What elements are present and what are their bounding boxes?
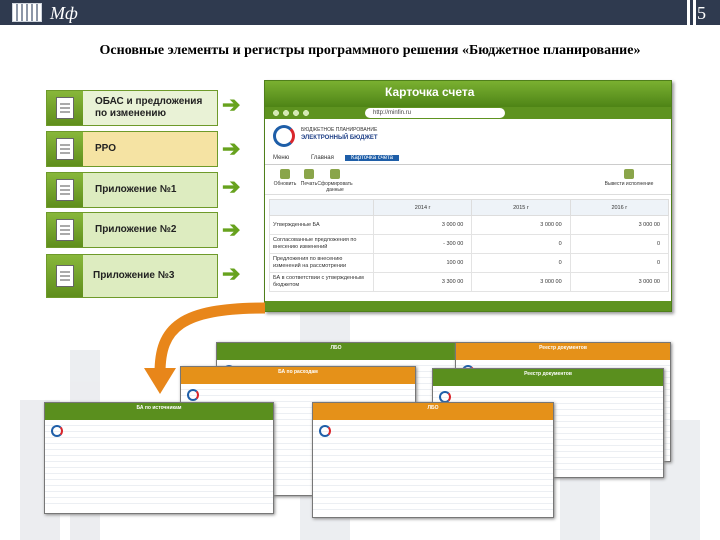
generate-icon bbox=[330, 169, 340, 179]
window-footer bbox=[265, 301, 671, 311]
brand-text: Мф bbox=[50, 3, 78, 23]
execution-icon bbox=[624, 169, 634, 179]
arrow-right-icon: ➔ bbox=[222, 92, 241, 117]
nav-home[interactable]: Главная bbox=[311, 155, 334, 161]
menu-item-label: ОБАС и предложения по изменению bbox=[83, 91, 217, 125]
browser-toolbar: http://minfin.ru bbox=[265, 107, 671, 119]
menu-item-appendix-3[interactable]: Приложение №3 bbox=[46, 254, 218, 298]
table-row[interactable]: Согласованные предложения по внесению из… bbox=[269, 234, 670, 254]
arrow-right-icon: ➔ bbox=[222, 261, 241, 286]
presentation-icon bbox=[47, 91, 83, 125]
logo-line-1: БЮДЖЕТНОЕ ПЛАНИРОВАНИЕ bbox=[301, 127, 378, 133]
app-header: БЮДЖЕТНОЕ ПЛАНИРОВАНИЕ ЭЛЕКТРОННЫЙ БЮДЖЕ… bbox=[265, 119, 671, 155]
column-header bbox=[269, 199, 374, 216]
arrow-right-icon: ➔ bbox=[222, 136, 241, 161]
menu-item-appendix-1[interactable]: Приложение №1 bbox=[46, 172, 218, 208]
slide-title: Основные элементы и регистры программног… bbox=[99, 43, 641, 58]
thumbnail-lbo-2[interactable]: ЛБО bbox=[312, 402, 554, 518]
logo-icon bbox=[12, 3, 42, 22]
show-execution-button[interactable]: Вывести исполнение bbox=[599, 169, 659, 187]
menu-item-label: Приложение №2 bbox=[83, 213, 217, 247]
thumbnail-ba-sources[interactable]: БА по источникам bbox=[44, 402, 274, 514]
nav-buttons[interactable] bbox=[271, 109, 311, 117]
table-row[interactable]: БА в соответствии с утвержденным бюджето… bbox=[269, 272, 670, 292]
print-icon bbox=[304, 169, 314, 179]
tab-account-card[interactable]: Карточка счета bbox=[345, 155, 400, 161]
account-card-window: Карточка счета http://minfin.ru БЮДЖЕТНО… bbox=[264, 80, 672, 312]
window-titlebar: Карточка счета bbox=[265, 81, 671, 107]
page-number: 5 bbox=[697, 3, 706, 23]
column-header: 2014 г bbox=[372, 199, 473, 216]
arrow-right-icon: ➔ bbox=[222, 217, 241, 242]
budget-logo-icon bbox=[273, 125, 295, 147]
app-nav: Меню Главная Карточка счета bbox=[265, 155, 671, 165]
clipboard-icon bbox=[47, 132, 83, 166]
menu-item-label: Приложение №1 bbox=[83, 173, 217, 207]
table-row[interactable]: Предложения по внесению изменений на рас… bbox=[269, 253, 670, 273]
logo-line-2: ЭЛЕКТРОННЫЙ БЮДЖЕТ bbox=[301, 135, 378, 141]
document-icon bbox=[47, 255, 83, 297]
table-row[interactable]: Утвержденные БА 3 000 00 3 000 00 3 000 … bbox=[269, 215, 670, 235]
address-bar[interactable]: http://minfin.ru bbox=[365, 108, 505, 118]
top-bar: Мф 5 bbox=[0, 0, 720, 25]
arrow-right-icon: ➔ bbox=[222, 174, 241, 199]
generate-button[interactable]: Сформировать данные bbox=[317, 169, 353, 193]
nav-menu[interactable]: Меню bbox=[273, 155, 289, 161]
decor-stripe bbox=[687, 0, 690, 25]
menu-item-label: Приложение №3 bbox=[83, 255, 217, 297]
window-title: Карточка счета bbox=[385, 85, 475, 99]
column-header: 2015 г bbox=[471, 199, 571, 216]
menu-item-label: РРО bbox=[83, 132, 217, 166]
document-icon bbox=[47, 173, 83, 207]
column-header: 2016 г bbox=[569, 199, 670, 216]
decor-stripe bbox=[693, 0, 696, 25]
toolbar: Обновить Печать Сформировать данные Выве… bbox=[265, 165, 671, 195]
menu-item-rro[interactable]: РРО bbox=[46, 131, 218, 167]
document-icon bbox=[47, 213, 83, 247]
account-table: 2014 г 2015 г 2016 г Утвержденные БА 3 0… bbox=[269, 199, 670, 292]
refresh-icon bbox=[280, 169, 290, 179]
menu-item-obas[interactable]: ОБАС и предложения по изменению bbox=[46, 90, 218, 126]
menu-item-appendix-2[interactable]: Приложение №2 bbox=[46, 212, 218, 248]
